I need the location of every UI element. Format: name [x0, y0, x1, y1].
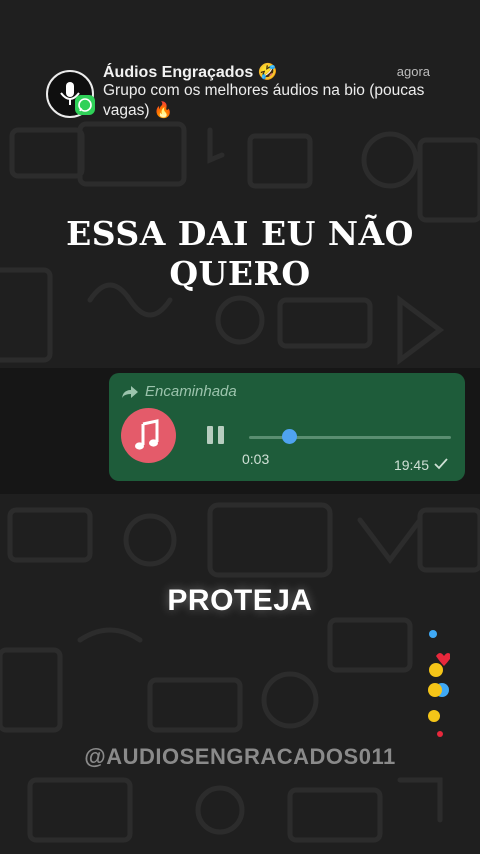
- whatsapp-icon: [75, 95, 95, 115]
- elapsed-time: 0:03: [242, 451, 270, 467]
- music-note-icon: [121, 408, 176, 463]
- notification-time: agora: [396, 64, 430, 79]
- forwarded-label: Encaminhada: [145, 383, 237, 400]
- headline: ESSA DAI EU NÃO QUERO: [0, 214, 480, 294]
- audio-progress-thumb[interactable]: [281, 429, 297, 444]
- forward-arrow-icon: [122, 386, 138, 398]
- audio-progress-track[interactable]: [249, 436, 451, 439]
- smile-emoji-icon: [428, 683, 442, 697]
- message-timestamp: 19:45: [393, 457, 429, 473]
- headline-line-2: QUERO: [169, 254, 311, 293]
- reaction-dot-icon: [429, 630, 437, 638]
- floating-reactions: [428, 630, 450, 737]
- wow-emoji-icon: [428, 710, 440, 722]
- laughing-emoji-icon: [429, 663, 443, 677]
- pause-icon[interactable]: [205, 426, 227, 446]
- notification-title: Áudios Engraçados 🤣: [103, 64, 278, 81]
- check-icon: [434, 458, 448, 470]
- watermark-handle: @AUDIOSENGRACADOS011: [84, 744, 396, 769]
- reaction-dot-icon: [437, 731, 443, 737]
- notification-body: Grupo com os melhores áudios na bio (pou…: [103, 82, 425, 119]
- caption-text: PROTEJA: [167, 584, 313, 617]
- headline-line-1: ESSA DAI EU NÃO: [66, 214, 414, 253]
- voice-message-bubble[interactable]: Encaminhada 0:03 19:45: [109, 373, 465, 481]
- notification-banner[interactable]: Áudios Engraçados 🤣 agora Grupo com os m…: [46, 60, 446, 130]
